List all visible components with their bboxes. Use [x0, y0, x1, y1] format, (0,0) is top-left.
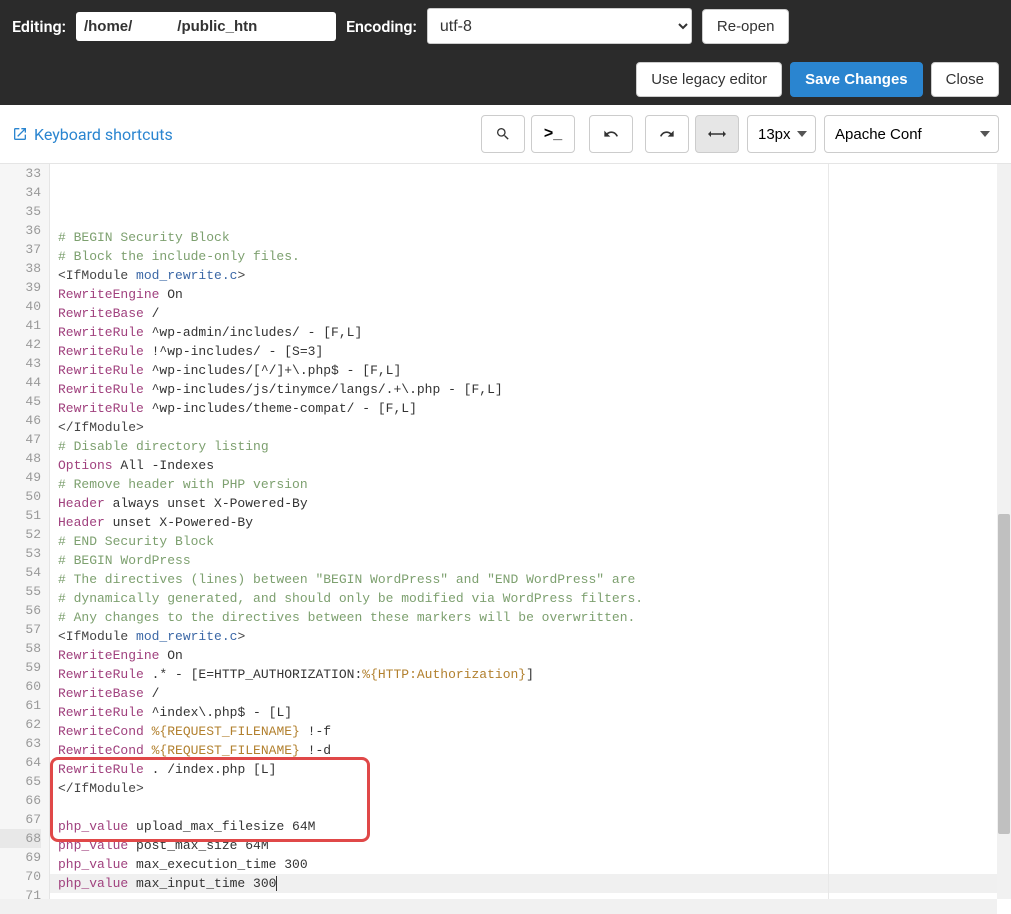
code-line[interactable]: # BEGIN WordPress: [58, 551, 1011, 570]
redo-icon: [659, 126, 675, 142]
code-line[interactable]: php_value upload_max_filesize 64M: [58, 817, 1011, 836]
code-line[interactable]: # Block the include-only files.: [58, 247, 1011, 266]
code-line[interactable]: RewriteRule ^wp-includes/[^/]+\.php$ - […: [58, 361, 1011, 380]
undo-button[interactable]: [589, 115, 633, 153]
code-line[interactable]: php_value post_max_size 64M: [58, 836, 1011, 855]
code-line[interactable]: Options All -Indexes: [58, 456, 1011, 475]
keyboard-shortcuts-label: Keyboard shortcuts: [34, 125, 173, 144]
code-editor[interactable]: 3334353637383940414243444546474849505152…: [0, 164, 1011, 914]
legacy-editor-button[interactable]: Use legacy editor: [636, 62, 782, 97]
wrap-icon: [708, 127, 726, 141]
code-line[interactable]: </IfModule>: [58, 418, 1011, 437]
code-line[interactable]: RewriteRule .* - [E=HTTP_AUTHORIZATION:%…: [58, 665, 1011, 684]
code-line[interactable]: # BEGIN Security Block: [58, 228, 1011, 247]
code-line[interactable]: </IfModule>: [58, 779, 1011, 798]
code-line[interactable]: # dynamically generated, and should only…: [58, 589, 1011, 608]
print-margin: [828, 164, 829, 914]
keyboard-shortcuts-link[interactable]: Keyboard shortcuts: [12, 125, 173, 144]
code-line[interactable]: RewriteEngine On: [58, 646, 1011, 665]
font-size-select[interactable]: 13px: [747, 115, 816, 153]
close-button[interactable]: Close: [931, 62, 999, 97]
code-line[interactable]: # Remove header with PHP version: [58, 475, 1011, 494]
horizontal-scrollbar[interactable]: [0, 899, 997, 914]
code-line[interactable]: <IfModule mod_rewrite.c>: [58, 266, 1011, 285]
external-link-icon: [12, 126, 28, 142]
terminal-button[interactable]: >_: [531, 115, 575, 153]
code-line[interactable]: RewriteRule ^wp-includes/theme-compat/ -…: [58, 399, 1011, 418]
search-icon: [495, 126, 511, 142]
encoding-label: Encoding:: [346, 17, 417, 36]
reopen-button[interactable]: Re-open: [702, 9, 790, 44]
vertical-scrollbar[interactable]: [997, 164, 1011, 899]
code-line[interactable]: [58, 798, 1011, 817]
scrollbar-thumb[interactable]: [998, 514, 1010, 834]
file-path-input[interactable]: [76, 12, 336, 41]
code-line[interactable]: php_value max_execution_time 300: [58, 855, 1011, 874]
code-line[interactable]: RewriteRule ^wp-includes/js/tinymce/lang…: [58, 380, 1011, 399]
code-line[interactable]: # Disable directory listing: [58, 437, 1011, 456]
encoding-select[interactable]: utf-8: [427, 8, 692, 44]
code-line[interactable]: RewriteCond %{REQUEST_FILENAME} !-f: [58, 722, 1011, 741]
editor-toolbar: Keyboard shortcuts >_ 13px Apache Conf: [0, 105, 1011, 164]
editor-header: Editing: Encoding: utf-8 Re-open Use leg…: [0, 0, 1011, 105]
undo-icon: [603, 126, 619, 142]
wrap-toggle-button[interactable]: [695, 115, 739, 153]
code-line[interactable]: RewriteRule ^index\.php$ - [L]: [58, 703, 1011, 722]
code-line[interactable]: RewriteCond %{REQUEST_FILENAME} !-d: [58, 741, 1011, 760]
code-content[interactable]: # BEGIN Security Block# Block the includ…: [50, 164, 1011, 914]
syntax-language-select[interactable]: Apache Conf: [824, 115, 999, 153]
code-line[interactable]: # The directives (lines) between "BEGIN …: [58, 570, 1011, 589]
code-line[interactable]: RewriteRule . /index.php [L]: [58, 760, 1011, 779]
code-line[interactable]: # END Security Block: [58, 532, 1011, 551]
code-line[interactable]: # Any changes to the directives between …: [58, 608, 1011, 627]
redo-button[interactable]: [645, 115, 689, 153]
line-number-gutter: 3334353637383940414243444546474849505152…: [0, 164, 50, 914]
code-line[interactable]: [58, 209, 1011, 228]
editing-label: Editing:: [12, 17, 66, 36]
save-button[interactable]: Save Changes: [790, 62, 923, 97]
code-line[interactable]: RewriteEngine On: [58, 285, 1011, 304]
search-button[interactable]: [481, 115, 525, 153]
code-line[interactable]: RewriteBase /: [58, 684, 1011, 703]
code-line[interactable]: Header unset X-Powered-By: [58, 513, 1011, 532]
code-line[interactable]: php_value max_input_time 300: [50, 874, 1011, 893]
code-line[interactable]: RewriteRule ^wp-admin/includes/ - [F,L]: [58, 323, 1011, 342]
code-line[interactable]: RewriteBase /: [58, 304, 1011, 323]
code-line[interactable]: RewriteRule !^wp-includes/ - [S=3]: [58, 342, 1011, 361]
terminal-icon: >_: [544, 125, 562, 143]
code-line[interactable]: <IfModule mod_rewrite.c>: [58, 627, 1011, 646]
code-line[interactable]: Header always unset X-Powered-By: [58, 494, 1011, 513]
